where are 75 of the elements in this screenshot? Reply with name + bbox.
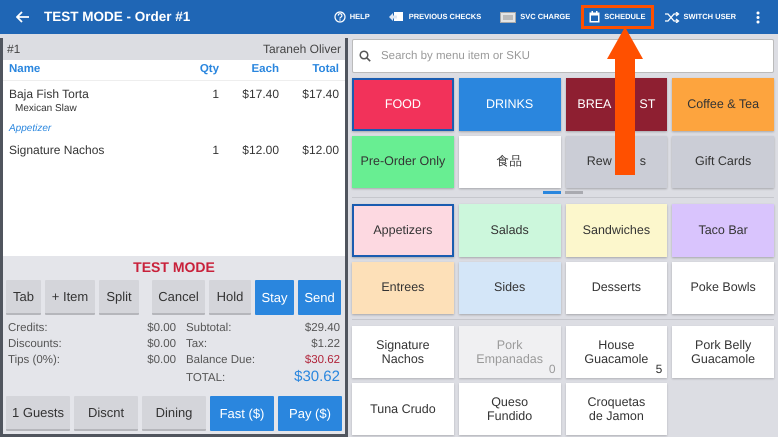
action-button[interactable]: Fast ($) xyxy=(210,396,274,431)
menu-item-button[interactable]: Signature Nachos xyxy=(352,326,454,378)
category-button[interactable]: Pre-Order Only xyxy=(352,136,454,188)
search-icon xyxy=(359,50,371,62)
action-button[interactable]: Discnt xyxy=(74,396,138,431)
summary-label: Balance Due: xyxy=(186,353,256,368)
help-icon xyxy=(334,11,346,23)
summary-label: Discounts: xyxy=(8,337,62,352)
summary-value: $1.22 xyxy=(311,337,340,352)
action-button[interactable]: Tab xyxy=(6,280,41,315)
item-price: $17.40 xyxy=(241,86,279,102)
action-button[interactable]: Pay ($) xyxy=(278,396,342,431)
menu-item-button[interactable]: House Guacamole 5 xyxy=(566,326,668,378)
item-total: $12.00 xyxy=(301,142,339,158)
summary-label: Subtotal: xyxy=(186,321,232,336)
summary-label: Credits: xyxy=(8,321,48,336)
menu-item-button[interactable]: Croquetas de Jamon xyxy=(566,383,668,435)
customer-name: Taraneh Oliver xyxy=(262,41,341,58)
action-button[interactable]: Hold xyxy=(209,280,251,315)
column-header: Qty xyxy=(198,62,219,78)
summary-value: $0.00 xyxy=(147,321,176,336)
item-qty: 1 xyxy=(211,142,219,158)
summary-value: $0.00 xyxy=(147,337,176,352)
receipt-icon xyxy=(388,11,405,23)
category-button[interactable]: Coffee & Tea xyxy=(672,78,774,130)
test-mode-label: TEST MODE xyxy=(132,259,216,275)
summary-value: $29.40 xyxy=(304,321,340,336)
stock-count: 0 xyxy=(548,362,556,376)
action-button[interactable]: Send xyxy=(298,280,341,315)
window-title: TEST MODE - Order #1 xyxy=(44,8,190,26)
category-button[interactable]: DRINKS xyxy=(458,78,560,130)
subcategory-button[interactable]: Sandwiches xyxy=(566,204,668,256)
category-button[interactable]: FOOD xyxy=(352,78,454,130)
calendar-icon xyxy=(589,11,600,23)
column-header: Each xyxy=(250,62,279,78)
action-button[interactable]: + Item xyxy=(45,280,95,315)
more-icon[interactable] xyxy=(756,10,760,24)
item-modifier: Mexican Slaw xyxy=(15,102,77,116)
course-label: Appetizer xyxy=(9,122,52,136)
action-button[interactable]: 1 Guests xyxy=(6,396,70,431)
item-name: Signature Nachos xyxy=(9,142,106,158)
column-header: Total xyxy=(311,62,339,78)
summary-label: TOTAL: xyxy=(186,371,226,386)
subcategory-button[interactable]: Taco Bar xyxy=(672,204,774,256)
order-number: #1 xyxy=(7,41,20,58)
category-button[interactable]: 食品 xyxy=(458,136,560,188)
action-button[interactable]: Cancel xyxy=(152,280,205,315)
item-total: $17.40 xyxy=(301,86,339,102)
subcategory-button[interactable]: Appetizers xyxy=(352,204,454,256)
column-header: Name xyxy=(9,62,42,78)
subcategory-button[interactable]: Sides xyxy=(458,262,560,314)
summary-value: $30.62 xyxy=(304,353,340,368)
summary-label: Tips (0%): xyxy=(8,353,60,368)
shuffle-icon xyxy=(664,12,680,22)
action-button[interactable]: Split xyxy=(99,280,139,315)
subcategory-button[interactable]: Salads xyxy=(458,204,560,256)
menu-item-button[interactable]: Pork Belly Guacamole xyxy=(672,326,774,378)
summary-value: $0.00 xyxy=(147,353,176,368)
action-button[interactable]: Stay xyxy=(255,280,294,315)
action-button[interactable]: Dining xyxy=(142,396,206,431)
item-qty: 1 xyxy=(211,86,219,102)
menu-item-button[interactable]: Tuna Crudo xyxy=(352,383,454,435)
summary-value: $30.62 xyxy=(294,368,340,386)
category-button[interactable]: Gift Cards xyxy=(672,136,774,188)
summary-label: Tax: xyxy=(186,337,208,352)
subcategory-button[interactable]: Poke Bowls xyxy=(672,262,774,314)
menu-item-button[interactable]: Queso Fundido xyxy=(458,383,560,435)
item-name: Baja Fish Torta xyxy=(9,86,90,102)
subcategory-button[interactable]: Entrees xyxy=(352,262,454,314)
subcategory-button[interactable]: Desserts xyxy=(566,262,668,314)
stock-count: 5 xyxy=(656,362,662,376)
search-field[interactable]: Search by menu item or SKU xyxy=(352,39,774,73)
card-icon xyxy=(500,12,516,22)
back-icon[interactable] xyxy=(16,11,30,23)
item-price: $12.00 xyxy=(241,142,279,158)
